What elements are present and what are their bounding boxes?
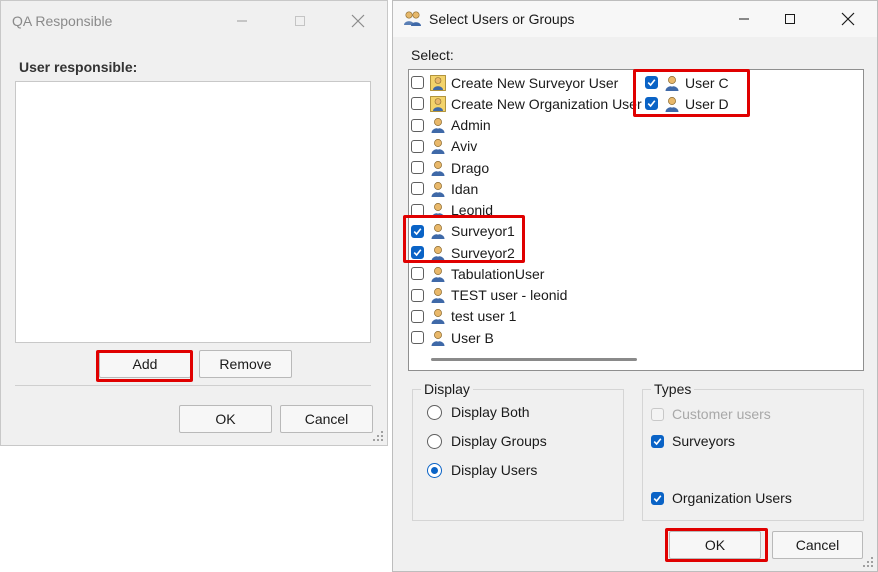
select-label: Select: <box>411 47 454 63</box>
item-label: Idan <box>451 180 479 197</box>
select-maximize-button[interactable] <box>767 1 813 37</box>
item-label: TabulationUser <box>451 265 545 282</box>
display-option-display-both[interactable]: Display Both <box>427 404 530 420</box>
radio-button[interactable] <box>427 462 442 478</box>
check-icon <box>653 437 662 445</box>
user-icon <box>430 117 446 133</box>
add-highlight-box <box>96 350 193 382</box>
radio-label: Display Groups <box>451 433 547 449</box>
item-checkbox[interactable] <box>411 97 424 111</box>
minimize-button[interactable] <box>219 1 265 41</box>
item-label: Aviv <box>451 138 478 155</box>
user-icon <box>430 160 446 176</box>
list-item[interactable]: Drago <box>411 157 489 178</box>
users-group-icon <box>404 11 421 26</box>
radio-button[interactable] <box>427 433 442 449</box>
types-option-customer-users: Customer users <box>651 406 771 422</box>
item-label: test user 1 <box>451 308 517 325</box>
radio-label: Display Users <box>451 462 538 478</box>
select-titlebar[interactable]: Select Users or Groups <box>393 1 877 37</box>
item-checkbox[interactable] <box>411 161 424 174</box>
item-checkbox[interactable] <box>411 76 424 89</box>
type-checkbox <box>651 407 664 421</box>
select-dialog-title: Select Users or Groups <box>429 11 575 27</box>
qa-separator <box>15 385 371 386</box>
cancel-button[interactable]: Cancel <box>772 531 863 559</box>
type-checkbox[interactable] <box>651 491 664 505</box>
types-option-organization-users[interactable]: Organization Users <box>651 490 792 506</box>
types-option-surveyors[interactable]: Surveyors <box>651 433 735 449</box>
type-label: Customer users <box>672 406 771 422</box>
item-label: Drago <box>451 159 490 176</box>
qa-cancel-button[interactable]: Cancel <box>280 405 373 433</box>
list-item[interactable]: Admin <box>411 115 491 136</box>
display-option-display-groups[interactable]: Display Groups <box>427 433 547 449</box>
group-user-icon <box>430 95 446 112</box>
display-option-display-users[interactable]: Display Users <box>427 462 537 478</box>
user-icon <box>430 181 446 197</box>
qa-resize-grip[interactable] <box>373 431 385 443</box>
item-checkbox[interactable] <box>411 182 424 196</box>
ok-highlight-box <box>665 528 768 562</box>
check-icon <box>653 494 662 502</box>
user-icon <box>430 308 446 325</box>
qa-window-title: QA Responsible <box>12 13 113 29</box>
list-item[interactable]: Create New Organization User <box>411 93 642 114</box>
list-item[interactable]: Aviv <box>411 136 477 157</box>
list-item[interactable]: User B <box>411 327 494 348</box>
types-group-title: Types <box>651 381 695 397</box>
list-item[interactable]: TabulationUser <box>411 263 544 284</box>
qa-responsible-window: QA Responsible User responsible: Add Rem… <box>0 0 388 446</box>
group-user-icon <box>430 74 446 91</box>
user-icon <box>430 330 446 346</box>
close-icon <box>351 14 365 28</box>
close-button[interactable] <box>335 1 381 41</box>
select-close-button[interactable] <box>825 1 871 37</box>
select-minimize-button[interactable] <box>721 1 767 37</box>
remove-button[interactable]: Remove <box>199 350 292 378</box>
maximize-icon <box>295 16 305 26</box>
user-responsible-label: User responsible: <box>19 59 138 75</box>
list-item[interactable]: Create New Surveyor User <box>411 72 618 93</box>
item-checkbox[interactable] <box>411 267 424 281</box>
close-icon <box>841 12 855 26</box>
display-group: Display Display Both Display Groups Displa… <box>412 381 624 521</box>
item-checkbox[interactable] <box>411 331 424 344</box>
type-label: Surveyors <box>672 433 736 449</box>
maximize-icon <box>785 14 795 24</box>
user-responsible-list[interactable] <box>15 81 371 343</box>
user-icon <box>430 287 446 303</box>
item-label: User B <box>451 329 494 346</box>
qa-titlebar[interactable]: QA Responsible <box>1 1 387 41</box>
user-c-d-highlight-box <box>633 69 750 117</box>
item-checkbox[interactable] <box>411 118 424 132</box>
item-label: Admin <box>451 117 491 133</box>
display-group-title: Display <box>421 381 473 397</box>
radio-button[interactable] <box>427 404 442 420</box>
select-resize-grip[interactable] <box>863 557 875 569</box>
qa-ok-button[interactable]: OK <box>179 405 272 433</box>
type-checkbox[interactable] <box>651 434 664 448</box>
minimize-icon <box>739 18 749 20</box>
list-item[interactable]: test user 1 <box>411 306 516 327</box>
user-icon <box>430 266 446 282</box>
item-checkbox[interactable] <box>411 139 424 153</box>
list-item[interactable]: Idan <box>411 178 478 199</box>
item-label: TEST user - leonid <box>451 287 568 303</box>
minimize-icon <box>237 20 247 22</box>
radio-label: Display Both <box>451 404 530 420</box>
item-label: Create New Organization User <box>451 95 642 112</box>
type-label: Organization Users <box>672 490 792 506</box>
item-checkbox[interactable] <box>411 309 424 323</box>
list-item[interactable]: TEST user - leonid <box>411 285 567 306</box>
user-icon <box>430 138 446 155</box>
types-group: Types Customer users Surveyors Organizatio… <box>642 381 864 521</box>
item-label: Create New Surveyor User <box>451 74 619 91</box>
surveyor-highlight-box <box>403 215 525 263</box>
maximize-button[interactable] <box>277 1 323 41</box>
horizontal-scrollbar[interactable] <box>431 358 637 361</box>
item-checkbox[interactable] <box>411 288 424 302</box>
